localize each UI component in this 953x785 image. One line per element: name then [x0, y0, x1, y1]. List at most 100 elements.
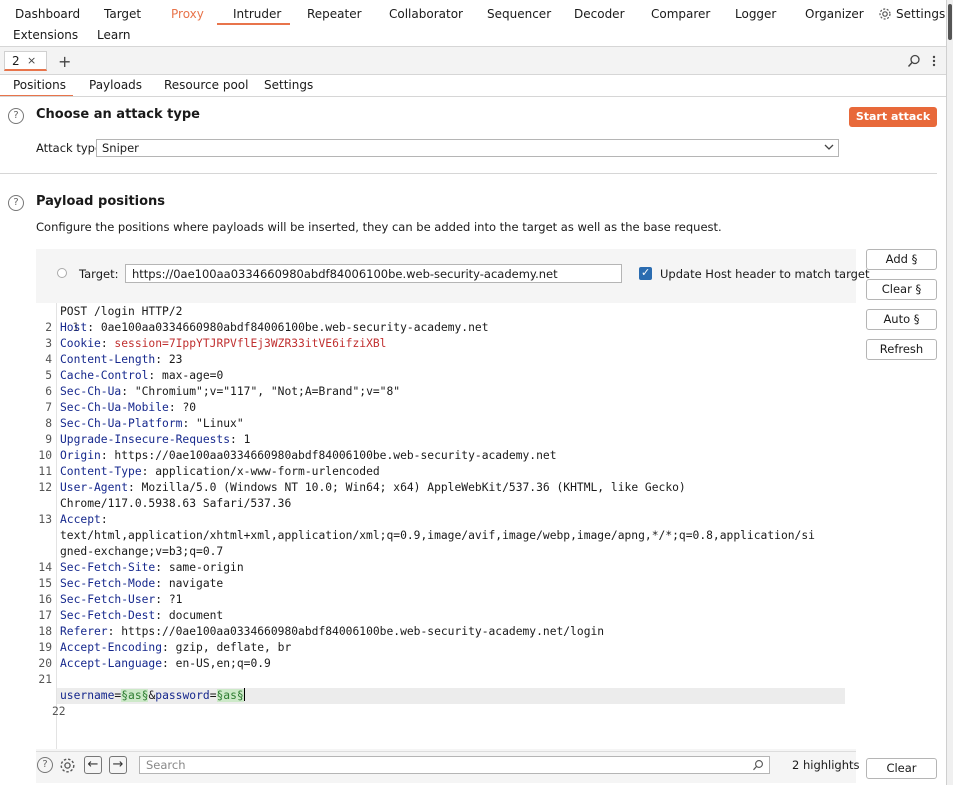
header-value: text/html,application/xhtml+xml,applicat… [60, 529, 815, 542]
header-text: Sec-Ch-Ua-Mobile: ?0 [60, 401, 197, 414]
payload-marker[interactable]: §as§ [216, 689, 244, 702]
header-name: Origin [60, 449, 101, 462]
header-name: Sec-Ch-Ua-Mobile [60, 401, 169, 414]
start-attack-button[interactable]: Start attack [849, 107, 937, 127]
help-icon[interactable]: ? [37, 757, 53, 773]
code-line: 8 Sec-Ch-Ua-Platform: "Linux" [36, 416, 243, 432]
nav-decoder[interactable]: Decoder [574, 7, 625, 21]
header-name: Host [60, 321, 88, 334]
window-scrollbar-thumb[interactable] [948, 4, 952, 40]
line-number: 3 [45, 337, 52, 350]
header-name: Accept-Language [60, 657, 163, 670]
close-icon[interactable]: × [27, 54, 36, 67]
more-options-icon[interactable] [931, 54, 937, 68]
nav-collaborator[interactable]: Collaborator [389, 7, 463, 21]
nav-intruder[interactable]: Intruder [233, 7, 281, 21]
line-number: 22 [52, 705, 66, 718]
line-number: 19 [38, 641, 52, 654]
text-cursor [243, 688, 245, 701]
help-icon[interactable]: ? [8, 195, 24, 211]
payload-marker[interactable]: §as§ [121, 689, 149, 702]
search-input[interactable] [139, 756, 770, 774]
target-value[interactable]: https://0ae100aa0334660980abdf84006100be… [132, 267, 558, 281]
header-name: Referer [60, 625, 108, 638]
payload-positions-title: Payload positions [36, 194, 166, 209]
line-number: 2 [45, 321, 52, 334]
code-line-body: 22 username=§as§&password=§as§ [36, 688, 245, 718]
checkmark-icon: ✓ [641, 266, 651, 279]
code-line: text/html,application/xhtml+xml,applicat… [36, 528, 815, 544]
header-text: Cookie: session=7IppYTJRPVflEj3WZR33itVE… [60, 337, 387, 350]
window-scrollbar[interactable] [946, 0, 953, 785]
line-number: 17 [38, 609, 52, 622]
code-line: 20 Accept-Language: en-US,en;q=0.9 [36, 656, 270, 672]
attack-type-select[interactable] [96, 139, 839, 157]
update-host-label[interactable]: Update Host header to match target [660, 267, 870, 281]
refresh-button[interactable]: Refresh [866, 339, 937, 360]
header-value: Chrome/117.0.5938.63 Safari/537.36 [60, 497, 292, 510]
nav-proxy[interactable]: Proxy [171, 7, 204, 21]
code-line: 1 POST /login HTTP/2 [36, 304, 182, 334]
tab-resource-pool[interactable]: Resource pool [164, 78, 248, 92]
attack-type-value[interactable]: Sniper [102, 141, 139, 155]
auto-markers-button[interactable]: Auto § [866, 309, 937, 330]
tab-positions[interactable]: Positions [13, 78, 66, 92]
gear-icon[interactable] [59, 757, 76, 774]
nav-repeater[interactable]: Repeater [307, 7, 362, 21]
header-text: Sec-Fetch-Site: same-origin [60, 561, 244, 574]
search-icon[interactable] [752, 759, 764, 771]
header-value: "Linux" [196, 417, 244, 430]
header-text: Upgrade-Insecure-Requests: 1 [60, 433, 251, 446]
header-text: Content-Type: application/x-www-form-url… [60, 465, 380, 478]
header-value: max-age=0 [162, 369, 224, 382]
header-text: Content-Length: 23 [60, 353, 183, 366]
nav-settings[interactable]: Settings [896, 7, 945, 21]
tab-payloads[interactable]: Payloads [89, 78, 142, 92]
search-icon[interactable] [907, 54, 921, 68]
nav-extensions[interactable]: Extensions [13, 28, 78, 42]
code-line: 15 Sec-Fetch-Mode: navigate [36, 576, 223, 592]
line-number: 21 [38, 673, 52, 686]
line-number: 12 [38, 481, 52, 494]
search-placeholder[interactable]: Search [146, 758, 186, 772]
nav-sequencer[interactable]: Sequencer [487, 7, 551, 21]
nav-target[interactable]: Target [104, 7, 141, 21]
nav-learn[interactable]: Learn [97, 28, 131, 42]
header-name: Sec-Fetch-Site [60, 561, 156, 574]
plus-icon[interactable]: + [58, 52, 71, 71]
request-line: POST /login HTTP/2 [60, 305, 183, 318]
header-value: 0ae100aa0334660980abdf84006100be.web-sec… [100, 321, 489, 334]
header-value: https://0ae100aa0334660980abdf84006100be… [121, 625, 605, 638]
target-radio[interactable] [57, 268, 67, 278]
add-marker-button[interactable]: Add § [866, 249, 937, 270]
line-number: 7 [45, 401, 52, 414]
chevron-down-icon[interactable] [823, 141, 835, 153]
nav-dashboard[interactable]: Dashboard [15, 7, 80, 21]
line-number: 11 [38, 465, 52, 478]
request-body[interactable]: username=§as§&password=§as§ [60, 688, 245, 704]
code-line: 4 Content-Length: 23 [36, 352, 182, 368]
nav-comparer[interactable]: Comparer [651, 7, 710, 21]
nav-logger[interactable]: Logger [735, 7, 776, 21]
header-text: Host: 0ae100aa0334660980abdf84006100be.w… [60, 321, 489, 334]
help-icon[interactable]: ? [8, 108, 24, 124]
clear-markers-button[interactable]: Clear § [866, 279, 937, 300]
tab-settings[interactable]: Settings [264, 78, 313, 92]
header-value: 1 [243, 433, 251, 446]
code-line: 13 Accept: [36, 512, 107, 528]
header-name: Sec-Fetch-Mode [60, 577, 156, 590]
header-value: en-US,en;q=0.9 [175, 657, 271, 670]
gear-icon[interactable] [878, 7, 892, 21]
arrow-left-icon[interactable]: ← [84, 756, 102, 774]
nav-organizer[interactable]: Organizer [805, 7, 864, 21]
attack-type-title: Choose an attack type [36, 107, 200, 122]
line-number: 6 [45, 385, 52, 398]
line-number: 16 [38, 593, 52, 606]
arrow-right-icon[interactable]: → [109, 756, 127, 774]
request-tab-label[interactable]: 2 [12, 54, 20, 68]
clear-button[interactable]: Clear [866, 758, 937, 779]
header-text: Chrome/117.0.5938.63 Safari/537.36 [60, 496, 291, 512]
line-number: 15 [38, 577, 52, 590]
request-tab[interactable] [4, 51, 47, 71]
header-name: Cookie [60, 337, 101, 350]
